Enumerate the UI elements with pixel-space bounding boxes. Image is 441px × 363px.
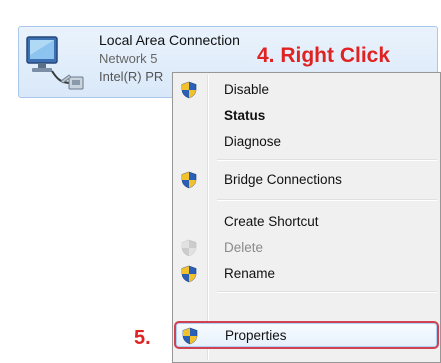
menu-item-delete: Delete	[176, 236, 437, 260]
shield-icon	[182, 327, 198, 345]
menu-item-create-shortcut[interactable]: Create Shortcut	[176, 210, 437, 234]
menu-item-label: Properties	[225, 328, 287, 343]
menu-item-diagnose[interactable]: Diagnose	[176, 130, 437, 154]
menu-separator	[217, 159, 437, 161]
menu-item-disable[interactable]: Disable	[176, 78, 437, 102]
menu-item-bridge-connections[interactable]: Bridge Connections	[176, 168, 437, 192]
annotation-step-4: 4. Right Click	[257, 44, 391, 67]
menu-item-properties[interactable]: Properties	[174, 321, 439, 349]
shield-icon	[181, 239, 197, 257]
adapter-network: Network 5	[99, 51, 158, 66]
adapter-device: Intel(R) PR	[99, 69, 164, 84]
menu-item-status[interactable]: Status	[176, 104, 437, 128]
shield-icon	[181, 171, 197, 189]
menu-item-label: Create Shortcut	[224, 214, 319, 229]
menu-separator	[217, 291, 437, 293]
menu-item-label: Diagnose	[224, 134, 282, 149]
adapter-name: Local Area Connection	[99, 32, 240, 48]
menu-item-label: Bridge Connections	[224, 172, 342, 187]
shield-icon	[181, 81, 197, 99]
menu-item-label: Status	[224, 108, 266, 123]
menu-separator	[217, 199, 437, 201]
annotation-step-5: 5.	[134, 327, 151, 349]
menu-item-rename[interactable]: Rename	[176, 262, 437, 286]
menu-item-label: Disable	[224, 82, 270, 97]
context-menu: Disable Status Diagnose Bridge Connectio…	[172, 72, 441, 363]
menu-item-label: Delete	[224, 240, 264, 255]
shield-icon	[181, 265, 197, 283]
network-adapter-icon	[26, 36, 84, 90]
menu-item-label: Rename	[224, 266, 276, 281]
